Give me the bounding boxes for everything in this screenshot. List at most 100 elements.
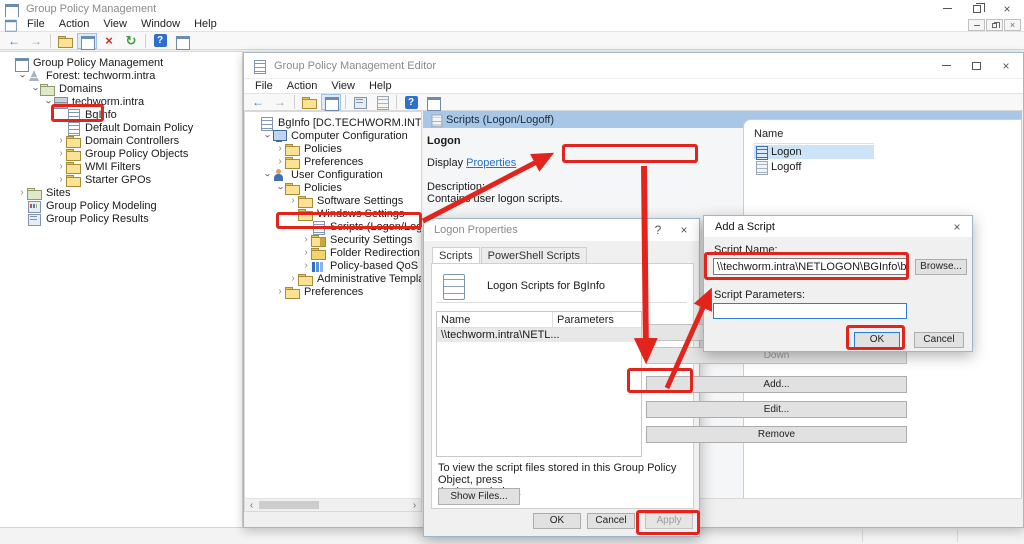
script-parameters-input[interactable] bbox=[713, 303, 907, 319]
cancel-button[interactable]: Cancel bbox=[914, 332, 964, 348]
refresh-icon[interactable]: ↻ bbox=[121, 33, 141, 49]
tree-item-user-configuration[interactable]: ›User Configuration bbox=[245, 168, 421, 181]
menu-help[interactable]: Help bbox=[362, 79, 399, 93]
tree-item-computer-configuration[interactable]: ›Computer Configuration bbox=[245, 129, 421, 142]
editor-maximize-button[interactable] bbox=[961, 53, 991, 78]
chevron-expanded-icon[interactable]: › bbox=[275, 183, 285, 193]
tree-item-domains[interactable]: ›Domains bbox=[0, 82, 242, 95]
dialog-close-icon[interactable]: × bbox=[944, 218, 970, 236]
tree-item-bginfo[interactable]: BgInfo bbox=[0, 108, 242, 121]
chevron-expanded-icon[interactable]: › bbox=[43, 97, 53, 107]
chevron-expanded-icon[interactable]: › bbox=[30, 84, 40, 94]
mdi-close-button[interactable]: × bbox=[1004, 19, 1021, 31]
tree-item-security-settings[interactable]: ›Security Settings bbox=[245, 233, 421, 246]
chevron-expanded-icon[interactable]: › bbox=[262, 131, 272, 141]
menu-window[interactable]: Window bbox=[134, 17, 187, 31]
tree-item-default-domain-policy[interactable]: Default Domain Policy bbox=[0, 121, 242, 134]
help-icon[interactable]: ? bbox=[401, 94, 421, 110]
mdi-minimize-button[interactable] bbox=[968, 19, 985, 31]
tree-item-policies[interactable]: ›Policies bbox=[245, 181, 421, 194]
new-window-icon[interactable] bbox=[423, 94, 443, 110]
tree-item-forest-techworm-intra[interactable]: ›Forest: techworm.intra bbox=[0, 69, 242, 82]
column-header-parameters[interactable]: Parameters bbox=[553, 312, 618, 327]
edit-button[interactable]: Edit... bbox=[646, 401, 907, 418]
editor-tree-hscrollbar[interactable]: ‹ › bbox=[245, 498, 421, 511]
tree-item-administrative-templates-po[interactable]: ›Administrative Templates: Po bbox=[245, 272, 421, 285]
help-icon[interactable]: ? bbox=[150, 33, 170, 49]
gpm-restore-button[interactable] bbox=[962, 0, 992, 17]
ok-button[interactable]: OK bbox=[533, 513, 581, 529]
dialog-close-icon[interactable]: × bbox=[671, 221, 697, 239]
cancel-button[interactable]: Cancel bbox=[587, 513, 635, 529]
browse-button[interactable]: Browse... bbox=[915, 259, 967, 275]
gpm-minimize-button[interactable] bbox=[932, 0, 962, 17]
chevron-expanded-icon[interactable]: › bbox=[17, 71, 27, 81]
tree-item-folder-redirection[interactable]: ›Folder Redirection bbox=[245, 246, 421, 259]
scrollbar-thumb[interactable] bbox=[259, 501, 319, 509]
show-console-tree-icon[interactable] bbox=[321, 94, 341, 110]
menu-file[interactable]: File bbox=[20, 17, 52, 31]
tree-item-preferences[interactable]: ›Preferences bbox=[245, 155, 421, 168]
chevron-collapsed-icon[interactable]: › bbox=[275, 157, 285, 167]
ok-button[interactable]: OK bbox=[854, 332, 900, 348]
tree-item-software-settings[interactable]: ›Software Settings bbox=[245, 194, 421, 207]
chevron-collapsed-icon[interactable]: › bbox=[56, 175, 66, 185]
column-header-name[interactable]: Name bbox=[437, 312, 553, 327]
tree-item-techworm-intra[interactable]: ›techworm.intra bbox=[0, 95, 242, 108]
mdi-restore-button[interactable] bbox=[986, 19, 1003, 31]
tree-item-policy-based-qos[interactable]: ›Policy-based QoS bbox=[245, 259, 421, 272]
tree-item-starter-gpos[interactable]: ›Starter GPOs bbox=[0, 173, 242, 186]
chevron-collapsed-icon[interactable]: › bbox=[301, 235, 311, 245]
menu-help[interactable]: Help bbox=[187, 17, 224, 31]
list-item-logon[interactable]: Logon bbox=[754, 145, 874, 159]
chevron-collapsed-icon[interactable]: › bbox=[17, 188, 27, 198]
back-icon[interactable]: ← bbox=[4, 33, 24, 49]
forward-icon[interactable]: → bbox=[26, 33, 46, 49]
tree-item-group-policy-results[interactable]: Group Policy Results bbox=[0, 212, 242, 225]
add-button[interactable]: Add... bbox=[646, 376, 907, 393]
up-one-level-icon[interactable] bbox=[299, 94, 319, 110]
show-files-button[interactable]: Show Files... bbox=[438, 488, 520, 505]
script-name-input[interactable]: \\techworm.intra\NETLOGON\BGInfo\bginfo.… bbox=[713, 258, 907, 275]
chevron-collapsed-icon[interactable]: › bbox=[275, 144, 285, 154]
chevron-expanded-icon[interactable]: › bbox=[288, 209, 298, 219]
chevron-collapsed-icon[interactable]: › bbox=[275, 287, 285, 297]
column-header-name[interactable]: Name bbox=[754, 128, 874, 144]
editor-minimize-button[interactable] bbox=[931, 53, 961, 78]
show-console-tree-icon[interactable] bbox=[77, 33, 97, 49]
apply-button[interactable]: Apply bbox=[645, 513, 693, 529]
tree-item-windows-settings[interactable]: ›Windows Settings bbox=[245, 207, 421, 220]
list-item-logoff[interactable]: Logoff bbox=[754, 160, 874, 174]
tree-item-group-policy-modeling[interactable]: Group Policy Modeling bbox=[0, 199, 242, 212]
tree-item-sites[interactable]: ›Sites bbox=[0, 186, 242, 199]
chevron-collapsed-icon[interactable]: › bbox=[56, 162, 66, 172]
remove-button[interactable]: Remove bbox=[646, 426, 907, 443]
forward-icon[interactable]: → bbox=[270, 94, 290, 110]
gpm-close-button[interactable]: × bbox=[992, 0, 1022, 17]
menu-file[interactable]: File bbox=[248, 79, 280, 93]
menu-view[interactable]: View bbox=[96, 17, 134, 31]
tree-item-domain-controllers[interactable]: ›Domain Controllers bbox=[0, 134, 242, 147]
tree-item-bginfo-dc-techworm-intra-policy[interactable]: BgInfo [DC.TECHWORM.INTRA] Policy bbox=[245, 116, 421, 129]
delete-icon[interactable]: × bbox=[99, 33, 119, 49]
properties-icon[interactable] bbox=[350, 94, 370, 110]
menu-action[interactable]: Action bbox=[52, 17, 97, 31]
table-row-script[interactable]: \\techworm.intra\NETL... bbox=[437, 328, 641, 342]
dialog-help-icon[interactable]: ? bbox=[645, 221, 671, 239]
back-icon[interactable]: ← bbox=[248, 94, 268, 110]
scroll-left-icon[interactable]: ‹ bbox=[245, 500, 258, 511]
properties-link[interactable]: Properties bbox=[466, 157, 516, 169]
chevron-collapsed-icon[interactable]: › bbox=[288, 274, 298, 284]
tree-item-group-policy-management[interactable]: Group Policy Management bbox=[0, 56, 242, 69]
scroll-right-icon[interactable]: › bbox=[408, 500, 421, 511]
chevron-collapsed-icon[interactable]: › bbox=[56, 149, 66, 159]
tree-item-scripts-logon-logoff[interactable]: Scripts (Logon/Logoff) bbox=[245, 220, 421, 233]
tree-item-policies[interactable]: ›Policies bbox=[245, 142, 421, 155]
export-list-icon[interactable] bbox=[372, 94, 392, 110]
tree-item-wmi-filters[interactable]: ›WMI Filters bbox=[0, 160, 242, 173]
editor-close-button[interactable]: × bbox=[991, 53, 1021, 78]
chevron-collapsed-icon[interactable]: › bbox=[301, 248, 311, 258]
chevron-collapsed-icon[interactable]: › bbox=[288, 196, 298, 206]
menu-action[interactable]: Action bbox=[280, 79, 325, 93]
chevron-collapsed-icon[interactable]: › bbox=[56, 136, 66, 146]
